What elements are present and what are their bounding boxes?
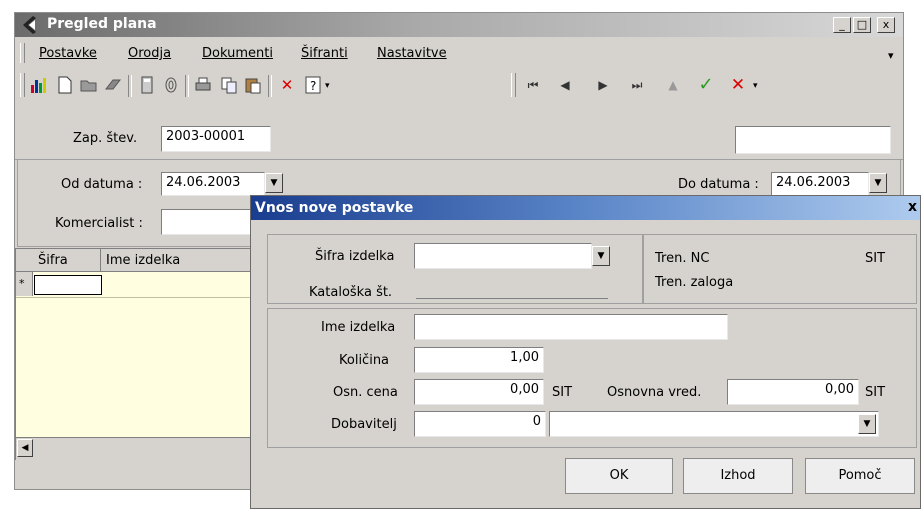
horizontal-scrollbar[interactable] — [16, 437, 254, 460]
dobavitelj-label: Dobavitelj — [331, 417, 397, 432]
ime-izdelka-label: Ime izdelka — [321, 320, 396, 335]
grid-column-divider — [100, 249, 101, 271]
od-datuma-label: Od datuma : — [61, 177, 143, 192]
paste-icon[interactable] — [243, 75, 263, 95]
dialog-close-icon[interactable]: x — [908, 199, 917, 215]
menu-nastavitve[interactable]: Nastavitve — [377, 46, 447, 61]
toolbar-grip[interactable] — [20, 73, 25, 97]
grid-row-line — [16, 297, 254, 298]
toolbar-separator — [185, 75, 189, 97]
window-title: Pregled plana — [47, 16, 157, 32]
help-dropdown-icon[interactable]: ▾ — [325, 81, 330, 91]
toolbar-separator — [268, 75, 272, 97]
do-datuma-label: Do datuma : — [678, 177, 759, 192]
toolbar-separator — [128, 75, 132, 97]
tren-zaloga-label: Tren. zaloga — [655, 275, 734, 290]
do-datuma-dropdown-icon[interactable]: ▼ — [869, 173, 887, 193]
prev-record-icon[interactable]: ◀ — [555, 75, 575, 95]
maximize-button[interactable]: □ — [853, 17, 871, 33]
pomoc-button[interactable]: Pomoč — [805, 458, 915, 494]
calculator-icon[interactable] — [137, 75, 157, 95]
close-button[interactable]: x — [877, 17, 895, 33]
dobavitelj-dropdown-icon[interactable]: ▼ — [858, 414, 876, 434]
osnovna-vred-label: Osnovna vred. — [607, 385, 702, 400]
komercialist-field[interactable] — [161, 209, 261, 235]
komercialist-label: Komercialist : — [55, 216, 143, 231]
main-titlebar[interactable]: Pregled plana _ □ x — [15, 13, 903, 37]
dobavitelj-name-field[interactable] — [549, 411, 879, 437]
kataloska-label: Kataloška št. — [309, 285, 393, 300]
grid-column-sifra[interactable]: Šifra — [38, 253, 68, 268]
osn-cena-field[interactable]: 0,00 — [414, 379, 544, 405]
delete-x-icon[interactable]: ✕ — [277, 75, 297, 95]
dialog-titlebar[interactable]: Vnos nove postavke — [251, 196, 920, 220]
menu-dokumenti[interactable]: Dokumenti — [202, 46, 273, 61]
menu-orodja[interactable]: Orodja — [128, 46, 171, 61]
od-datuma-dropdown-icon[interactable]: ▼ — [265, 173, 283, 193]
help-icon[interactable]: ? — [303, 75, 323, 95]
od-datuma-field[interactable]: 24.06.2003 — [161, 172, 265, 196]
scroll-left-icon[interactable]: ◀ — [17, 439, 33, 457]
ime-izdelka-field[interactable] — [414, 314, 728, 340]
menu-postavke[interactable]: Postavke — [39, 46, 97, 61]
confirm-check-icon[interactable]: ✓ — [696, 75, 716, 95]
items-grid[interactable]: Šifra Ime izdelka * ◀ — [15, 248, 255, 460]
copy-icon[interactable] — [219, 75, 239, 95]
zap-label: Zap. štev. — [73, 131, 138, 146]
first-record-icon[interactable]: ⏮ — [523, 75, 543, 95]
minimize-button[interactable]: _ — [833, 17, 851, 33]
kataloska-value-line — [416, 298, 608, 299]
sifra-dropdown-icon[interactable]: ▼ — [592, 246, 610, 266]
tren-nc-label: Tren. NC — [655, 251, 710, 266]
ok-button[interactable]: OK — [565, 458, 673, 494]
new-row-marker: * — [19, 277, 25, 290]
fingerprint-icon[interactable] — [161, 75, 181, 95]
osnovna-vred-unit: SIT — [865, 385, 886, 400]
osn-cena-label: Osn. cena — [333, 385, 398, 400]
open-folder-icon[interactable] — [79, 75, 99, 95]
kolicina-label: Količina — [339, 353, 390, 368]
eraser-icon[interactable] — [103, 75, 123, 95]
tren-nc-unit: SIT — [865, 251, 886, 266]
osnovna-vred-field[interactable]: 0,00 — [727, 379, 859, 405]
dobavitelj-code-field[interactable]: 0 — [414, 411, 546, 437]
vnos-nove-postavke-dialog: Vnos nove postavke x Šifra izdelka ▼ Kat… — [250, 195, 921, 509]
dialog-title: Vnos nove postavke — [255, 200, 414, 216]
sifra-izdelka-label: Šifra izdelka — [315, 249, 395, 264]
menu-sifranti[interactable]: Šifranti — [301, 46, 348, 61]
nav-dropdown-icon[interactable]: ▾ — [753, 81, 758, 91]
tren-groupbox — [643, 234, 917, 304]
next-record-icon[interactable]: ▶ — [593, 75, 613, 95]
grid-column-ime-izdelka[interactable]: Ime izdelka — [106, 253, 180, 268]
up-icon[interactable]: ▲ — [663, 75, 683, 95]
osn-cena-unit: SIT — [552, 385, 573, 400]
grid-cell-sifra[interactable] — [34, 275, 102, 295]
menu-overflow-icon[interactable]: ▾ — [888, 49, 894, 62]
izhod-button[interactable]: Izhod — [683, 458, 793, 494]
do-datuma-field[interactable]: 24.06.2003 — [771, 172, 869, 196]
sifra-izdelka-field[interactable] — [414, 243, 592, 269]
chart-icon[interactable] — [29, 75, 49, 95]
nav-toolbar-grip[interactable] — [511, 73, 516, 97]
new-doc-icon[interactable] — [55, 75, 75, 95]
right-top-field[interactable] — [735, 126, 891, 154]
zap-field[interactable]: 2003-00001 — [161, 126, 271, 152]
app-logo-icon — [23, 16, 36, 34]
cancel-x-icon[interactable]: ✕ — [728, 75, 748, 95]
kolicina-field[interactable]: 1,00 — [414, 347, 544, 373]
svg-text:?: ? — [310, 79, 316, 93]
menu-grip[interactable] — [20, 43, 25, 63]
last-record-icon[interactable]: ⏭ — [627, 75, 647, 95]
print-icon[interactable] — [193, 75, 213, 95]
